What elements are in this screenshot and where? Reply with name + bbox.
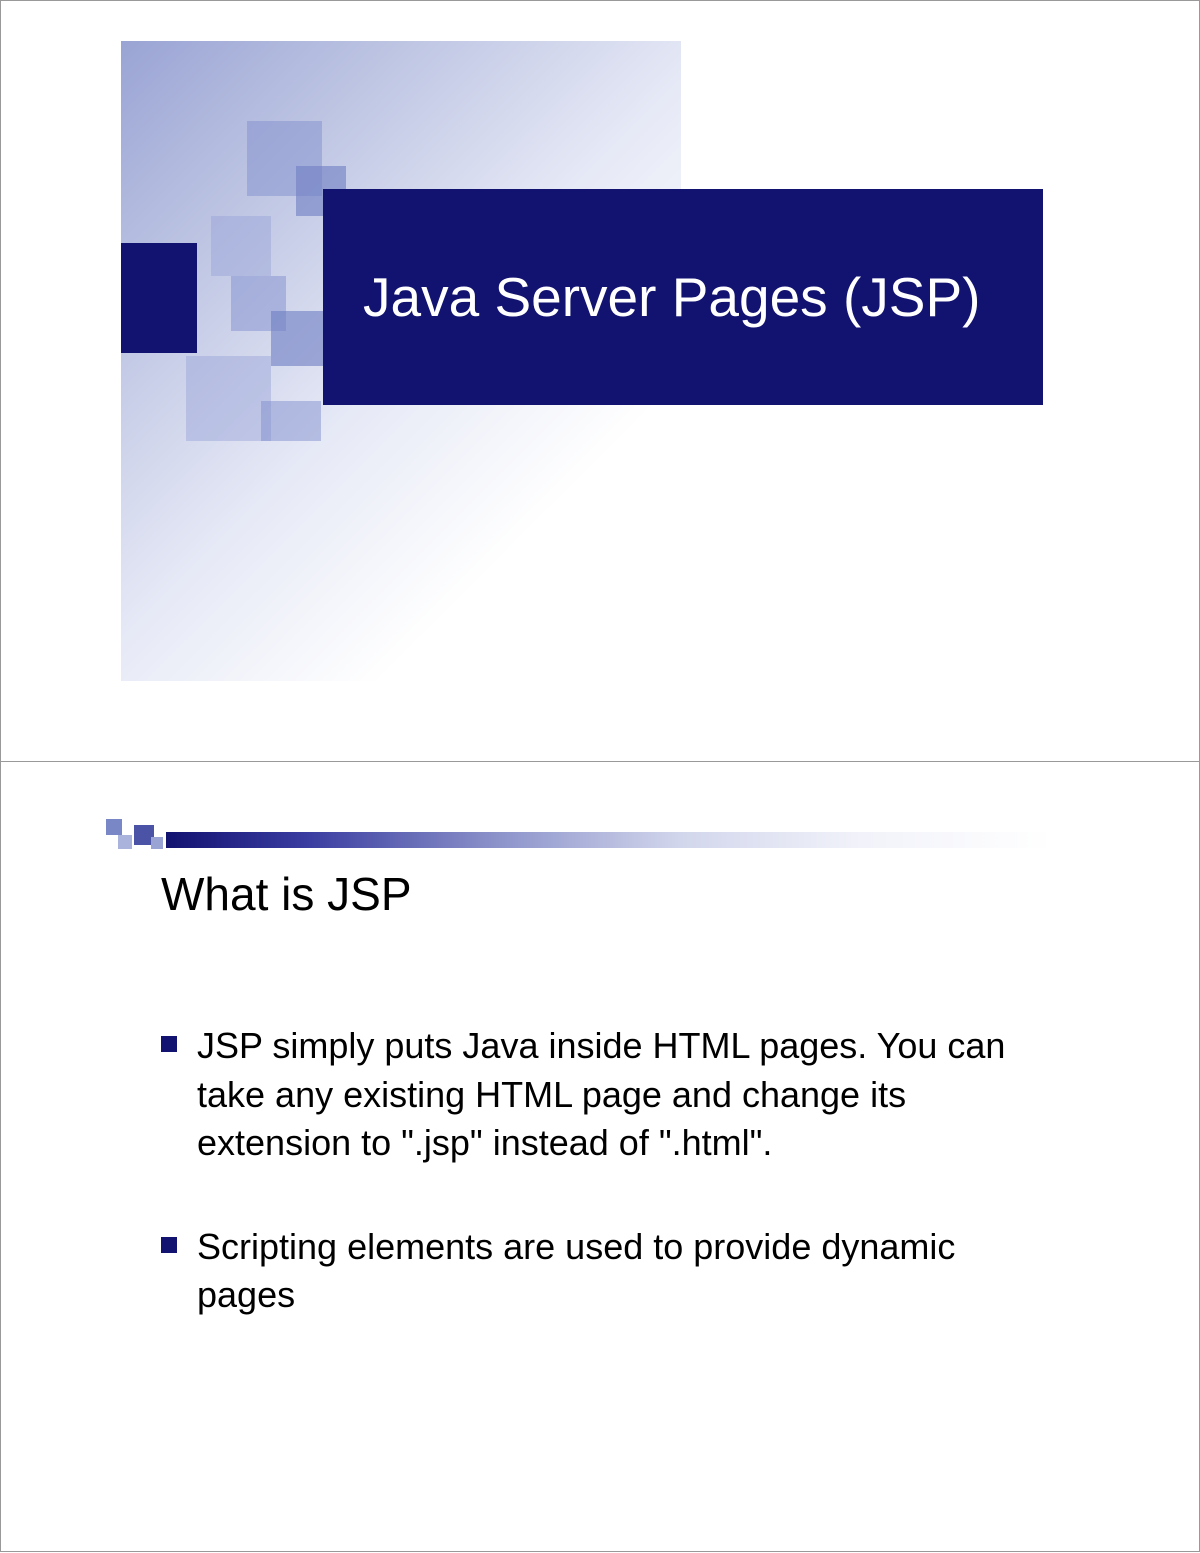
decoration-square: [261, 401, 321, 441]
decoration-square: [106, 819, 122, 835]
presentation-page: Java Server Pages (JSP) What is JSP JSP …: [0, 0, 1200, 1552]
content-slide: What is JSP JSP simply puts Java inside …: [1, 761, 1199, 1551]
decoration-square: [211, 216, 271, 276]
title-bar-accent: [121, 243, 197, 353]
slide-header-bar: [166, 832, 1099, 848]
slide-content: JSP simply puts Java inside HTML pages. …: [161, 1022, 1054, 1375]
presentation-title: Java Server Pages (JSP): [363, 264, 980, 330]
bullet-text: Scripting elements are used to provide d…: [197, 1223, 1054, 1320]
slide-title: What is JSP: [161, 867, 412, 921]
bullet-marker-icon: [161, 1036, 177, 1052]
title-slide: Java Server Pages (JSP): [1, 1, 1199, 761]
decoration-square: [271, 311, 326, 366]
bullet-text: JSP simply puts Java inside HTML pages. …: [197, 1022, 1054, 1168]
bullet-marker-icon: [161, 1237, 177, 1253]
bullet-item: Scripting elements are used to provide d…: [161, 1223, 1054, 1320]
decoration-square: [186, 356, 271, 441]
bullet-item: JSP simply puts Java inside HTML pages. …: [161, 1022, 1054, 1168]
slide-header-decoration: [106, 817, 1099, 857]
title-bar: Java Server Pages (JSP): [323, 189, 1043, 405]
decoration-square: [118, 835, 132, 849]
decoration-square: [151, 837, 163, 849]
